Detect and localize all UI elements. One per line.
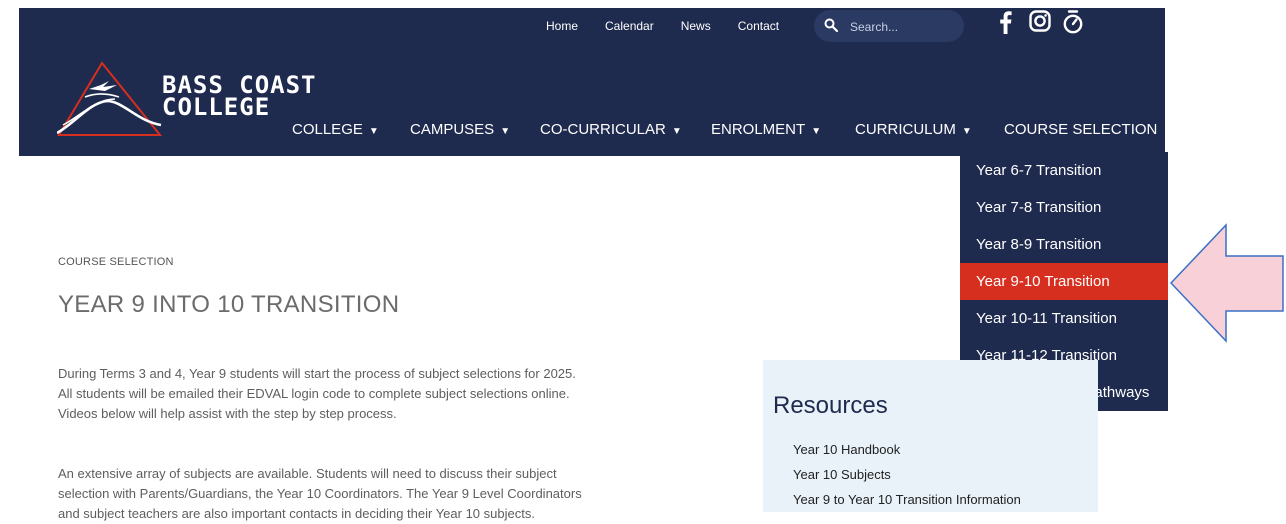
paragraph-line: All students will be emailed their EDVAL… [58, 386, 570, 401]
paragraph-line: selection with Parents/Guardians, the Ye… [58, 486, 582, 501]
search-icon[interactable] [824, 18, 838, 32]
nav-enrolment[interactable]: ENROLMENT ▼ [711, 121, 821, 138]
top-nav-contact[interactable]: Contact [738, 18, 779, 34]
nav-curriculum[interactable]: CURRICULUM ▼ [855, 121, 972, 138]
top-nav-news[interactable]: News [681, 18, 711, 34]
resource-link-transition-info[interactable]: Year 9 to Year 10 Transition Information [793, 492, 1021, 507]
caret-down-icon: ▼ [671, 126, 682, 137]
top-nav-calendar[interactable]: Calendar [605, 18, 654, 34]
intro-paragraph: During Terms 3 and 4, Year 9 students wi… [58, 364, 698, 424]
caret-down-icon: ▼ [961, 126, 972, 137]
breadcrumb[interactable]: COURSE SELECTION [58, 256, 174, 268]
nav-campuses[interactable]: CAMPUSES ▼ [410, 121, 510, 138]
resources-title: Resources [773, 392, 888, 419]
search-box [814, 10, 964, 42]
paragraph-line: and subject teachers are also important … [58, 506, 535, 521]
caret-down-icon: ▼ [811, 126, 822, 137]
nav-enrolment-label: ENROLMENT [711, 121, 806, 138]
stopwatch-icon[interactable] [1062, 10, 1084, 34]
nav-college[interactable]: COLLEGE ▼ [292, 121, 379, 138]
nav-co-curricular[interactable]: CO-CURRICULAR ▼ [540, 121, 682, 138]
resource-link-year-10-handbook[interactable]: Year 10 Handbook [793, 442, 900, 457]
nav-course-selection[interactable]: COURSE SELECTION [1004, 121, 1157, 138]
resources-panel: Resources Year 10 Handbook Year 10 Subje… [763, 360, 1098, 512]
nav-curriculum-label: CURRICULUM [855, 121, 956, 138]
dropdown-item-year-10-11[interactable]: Year 10-11 Transition [960, 300, 1168, 337]
page-title: YEAR 9 INTO 10 TRANSITION [58, 291, 400, 318]
top-nav: Home Calendar News Contact [546, 18, 806, 34]
search-input[interactable] [848, 16, 956, 38]
resource-link-year-10-subjects[interactable]: Year 10 Subjects [793, 467, 891, 482]
dropdown-item-year-8-9[interactable]: Year 8-9 Transition [960, 226, 1168, 263]
caret-down-icon: ▼ [500, 126, 511, 137]
top-nav-home[interactable]: Home [546, 18, 578, 34]
brand-name[interactable]: BASS COAST COLLEGE [162, 73, 317, 121]
nav-campuses-label: CAMPUSES [410, 121, 495, 138]
dropdown-item-year-6-7[interactable]: Year 6-7 Transition [960, 152, 1168, 189]
callout-arrow-icon [1170, 223, 1284, 343]
college-logo[interactable] [57, 61, 162, 137]
nav-co-curricular-label: CO-CURRICULAR [540, 121, 666, 138]
paragraph-line: Videos below will help assist with the s… [58, 406, 397, 421]
subjects-paragraph: An extensive array of subjects are avail… [58, 464, 698, 524]
dropdown-item-year-9-10[interactable]: Year 9-10 Transition [960, 263, 1168, 300]
caret-down-icon: ▼ [368, 126, 379, 137]
paragraph-line: An extensive array of subjects are avail… [58, 466, 557, 481]
paragraph-line: During Terms 3 and 4, Year 9 students wi… [58, 366, 576, 381]
brand-line-2: COLLEGE [162, 93, 271, 121]
instagram-icon[interactable] [1029, 10, 1051, 32]
nav-college-label: COLLEGE [292, 121, 363, 138]
nav-course-selection-label: COURSE SELECTION [1004, 121, 1158, 138]
dropdown-item-year-7-8[interactable]: Year 7-8 Transition [960, 189, 1168, 226]
facebook-icon[interactable] [997, 10, 1013, 34]
